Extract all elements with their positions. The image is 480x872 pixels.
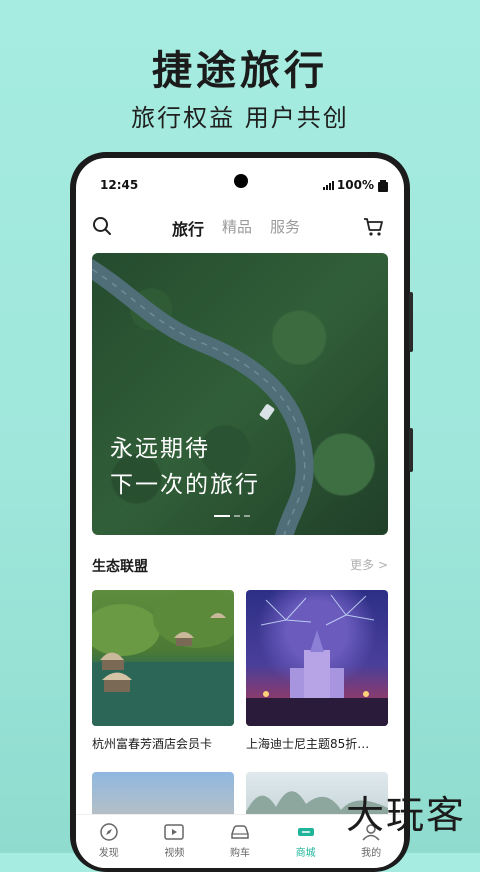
status-time: 12:45: [100, 178, 139, 192]
indicator-dot: [244, 515, 250, 517]
signal-icon: [323, 181, 334, 190]
indicator-dot: [234, 515, 240, 517]
card-resort[interactable]: 杭州富春芳酒店会员卡: [92, 590, 234, 752]
banner-line-2: 下一次的旅行: [110, 472, 260, 498]
card-caption: 上海迪士尼主题85折…: [246, 737, 370, 751]
power-button: [409, 428, 413, 472]
nav-discover[interactable]: 发现: [76, 815, 142, 868]
promo-headline: 捷途旅行: [152, 48, 328, 94]
tab-travel[interactable]: 旅行: [172, 216, 204, 240]
front-camera: [234, 174, 248, 188]
more-link[interactable]: 更多 >: [350, 556, 388, 573]
nav-label: 商城: [295, 848, 316, 859]
card-image: [246, 590, 388, 726]
card-image: [92, 590, 234, 726]
ecosystem-section-header: 生态联盟 更多 >: [92, 556, 388, 576]
top-tabs: 旅行 精品 服务: [172, 216, 300, 240]
card-disney[interactable]: 上海迪士尼主题85折…: [246, 590, 388, 752]
banner-slogan: 永远期待 下一次的旅行: [110, 431, 260, 503]
phone-frame: 12:45 100% 旅行 精品 服务 永远期待 下一次的旅行 生态联盟 更多 …: [70, 152, 413, 872]
cart-icon[interactable]: [362, 216, 384, 238]
indicator-dot: [214, 515, 230, 517]
card-caption: 杭州富春芳酒店会员卡: [92, 737, 213, 751]
section-title: 生态联盟: [92, 559, 148, 575]
top-nav: 旅行 精品 服务: [76, 210, 404, 246]
volume-button: [409, 292, 413, 352]
nav-video[interactable]: 视频: [142, 815, 208, 868]
hero-banner[interactable]: 永远期待 下一次的旅行: [92, 253, 388, 535]
phone-screen: 12:45 100% 旅行 精品 服务 永远期待 下一次的旅行 生态联盟 更多 …: [76, 158, 404, 868]
tab-service[interactable]: 服务: [270, 216, 300, 240]
search-icon[interactable]: [92, 216, 112, 236]
nav-shop[interactable]: 商城: [273, 815, 339, 868]
watermark-text: 大玩客: [345, 793, 466, 837]
car-icon: [231, 825, 249, 839]
nav-label: 我的: [361, 848, 382, 859]
battery-icon: [378, 180, 388, 192]
banner-line-1: 永远期待: [110, 436, 210, 462]
promo-subline: 旅行权益 用户共创: [131, 104, 349, 132]
battery-text: 100%: [336, 178, 374, 192]
video-icon: [164, 824, 185, 840]
compass-icon: [100, 823, 118, 841]
nav-label: 视频: [164, 848, 185, 859]
tab-boutique[interactable]: 精品: [222, 216, 252, 240]
nav-label: 发现: [98, 848, 119, 859]
nav-buy-car[interactable]: 购车: [207, 815, 273, 868]
nav-label: 购车: [229, 848, 250, 859]
shop-icon: [297, 828, 314, 836]
page-indicator: [214, 515, 250, 517]
